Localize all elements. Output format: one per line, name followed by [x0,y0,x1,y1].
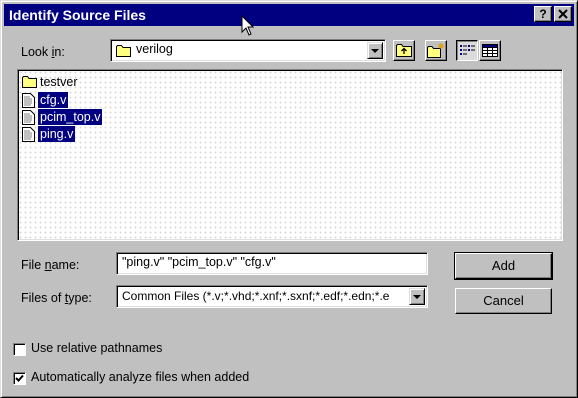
files-of-type-dropdown-button[interactable] [409,288,425,305]
list-item-label: ping.v [38,126,76,142]
document-icon [22,110,35,125]
list-view-button[interactable] [456,40,478,61]
create-new-folder-icon [427,43,444,58]
files-of-type-label: Files of type: [21,291,92,305]
identify-source-files-dialog: Identify Source Files ? Look in: verilog [0,0,578,398]
look-in-dropdown-button[interactable] [367,42,383,59]
folder-icon [22,76,37,88]
relative-pathnames-label[interactable]: Use relative pathnames [31,341,162,355]
relative-pathnames-checkbox[interactable] [13,343,26,356]
analyze-files-label[interactable]: Automatically analyze files when added [31,370,249,384]
mouse-pointer-icon [241,15,255,36]
look-in-value: verilog [136,42,173,56]
up-one-level-icon [396,44,412,57]
add-button[interactable]: Add [454,252,553,280]
checkmark-icon [15,374,24,382]
cancel-button[interactable]: Cancel [455,288,552,314]
file-name-value: "ping.v" "pcim_top.v" "cfg.v" [122,255,276,269]
list-item-label: testver [40,75,78,89]
look-in-label: Look in: [21,45,65,59]
analyze-files-checkbox[interactable] [13,372,26,385]
close-button[interactable] [554,6,572,22]
document-icon [22,93,35,108]
title-bar[interactable]: Identify Source Files ? [4,4,574,26]
window-title: Identify Source Files [9,7,146,23]
file-name-input[interactable]: "ping.v" "pcim_top.v" "cfg.v" [116,252,428,275]
create-new-folder-button[interactable] [425,40,447,61]
look-in-dropdown[interactable]: verilog [110,39,386,62]
file-list[interactable]: testver cfg.v pcim_top.v ping.v [17,69,563,241]
file-name-label: File name: [21,258,80,272]
help-button[interactable]: ? [534,6,552,22]
list-item-label: pcim_top.v [38,109,103,125]
details-view-icon [482,44,498,57]
list-item-label: cfg.v [38,92,69,108]
list-view-icon [460,45,475,55]
details-view-button[interactable] [479,40,501,61]
document-icon [22,127,35,142]
up-one-level-button[interactable] [393,40,415,61]
folder-icon [116,45,131,57]
files-of-type-value: Common Files (*.v;*.vhd;*.xnf;*.sxnf;*.e… [122,289,390,303]
files-of-type-dropdown[interactable]: Common Files (*.v;*.vhd;*.xnf;*.sxnf;*.e… [116,285,428,308]
close-icon [558,9,568,19]
